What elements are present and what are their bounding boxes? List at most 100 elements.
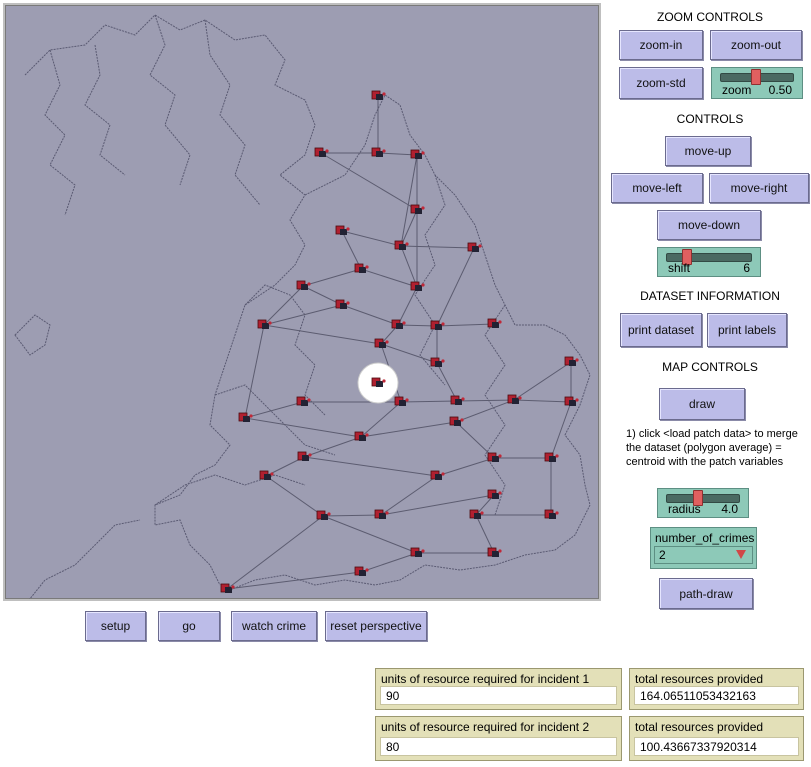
radius-slider-value: 4.0 [721,502,738,516]
network-link [400,154,418,247]
police-car-marker [301,400,308,406]
network-link [360,268,418,288]
print-dataset-button[interactable]: print dataset [620,313,702,347]
crime-dot [307,282,311,286]
police-car-marker [359,435,366,441]
radius-slider[interactable]: radius 4.0 [657,488,749,518]
move-right-button[interactable]: move-right [709,173,809,203]
police-car-marker [512,398,519,404]
draw-button[interactable]: draw [659,388,745,420]
crime-dot [382,149,386,153]
zoom-slider-knob[interactable] [750,69,761,85]
crime-dot [460,418,464,422]
crime-dot [365,433,369,437]
police-car-marker [455,399,462,405]
network-link [400,400,458,403]
reset-perspective-button[interactable]: reset perspective [325,611,427,641]
monitor-value: 80 [386,740,400,754]
radius-slider-label: radius [668,502,701,516]
police-car-marker [435,324,442,330]
crime-dot [249,414,253,418]
network-link [397,286,418,326]
network-link [322,514,382,517]
crime-dot [346,301,350,305]
crime-dot [518,396,522,400]
network-link [550,401,572,459]
move-down-button[interactable]: move-down [657,210,761,240]
print-labels-button[interactable]: print labels [707,313,787,347]
merge-instructions-note: 1) click <load patch data> to merge the … [626,428,798,468]
police-car-marker [569,400,576,406]
police-car-marker [549,513,556,519]
network-link [455,399,515,423]
network-link [320,152,418,211]
zoom-slider[interactable]: zoom 0.50 [711,67,803,99]
police-car-marker [435,361,442,367]
police-car-marker [243,416,250,422]
boundary-line [14,314,51,356]
monitor-label: units of resource required for incident … [381,672,590,686]
network-link [436,247,475,327]
monitor-value-box: 80 [380,737,617,756]
network-link [341,304,399,326]
crime-dot [498,454,502,458]
boundary-line [149,14,191,186]
chevron-down-icon[interactable] [736,550,746,559]
total-resources-monitor-2: total resources provided 100.43667337920… [629,716,804,761]
police-car-marker [454,420,461,426]
crime-dot [498,549,502,553]
crime-dot [405,242,409,246]
police-car-marker [340,303,347,309]
network-link [303,456,438,477]
boundary-line [204,19,261,206]
police-car-marker [569,360,576,366]
police-car-marker [415,153,422,159]
police-car-marker [472,246,479,252]
police-car-marker [321,514,328,520]
move-left-button[interactable]: move-left [611,173,703,203]
zoom-in-button[interactable]: zoom-in [619,30,703,60]
crime-dot [382,379,386,383]
police-car-marker [399,244,406,250]
zoom-out-button[interactable]: zoom-out [710,30,802,60]
crime-dot [325,149,329,153]
setup-button[interactable]: setup [85,611,146,641]
crime-dot [405,398,409,402]
police-car-marker [319,151,326,157]
network-link [341,230,402,247]
police-car-marker [264,474,271,480]
map-controls-title: MAP CONTROLS [662,360,758,374]
move-up-button[interactable]: move-up [665,136,751,166]
watch-crime-button[interactable]: watch crime [231,611,317,641]
crime-dot [575,358,579,362]
chooser-dropdown[interactable]: 2 [654,546,753,564]
number-of-crimes-chooser[interactable]: number_of_crimes 2 [650,527,757,569]
controls-title: CONTROLS [676,112,744,126]
network-link [380,475,438,516]
boundary-line [229,94,591,591]
police-car-marker [376,151,383,157]
monitor-value-box: 100.43667337920314 [634,737,799,756]
monitor-value-box: 90 [380,686,617,705]
map-view[interactable] [3,3,601,601]
monitor-value: 164.06511053432163 [640,689,756,703]
path-draw-button[interactable]: path-draw [659,578,753,609]
police-car-marker [340,229,347,235]
go-button[interactable]: go [158,611,220,641]
police-car-marker [492,493,499,499]
network-link [322,515,418,554]
zoom-std-button[interactable]: zoom-std [619,67,703,99]
zoom-slider-value: 0.50 [768,83,792,97]
police-car-marker [415,208,422,214]
network-link [400,245,475,249]
zoom-controls-title: ZOOM CONTROLS [656,10,763,24]
network-link [513,361,572,401]
shift-slider[interactable]: shift 6 [657,247,761,277]
boundary-line [154,474,306,506]
crime-dot [441,322,445,326]
network-link [302,268,362,287]
zoom-slider-label: zoom [722,83,752,97]
network-link [436,457,495,477]
monitor-label: units of resource required for incident … [381,720,590,734]
police-car-marker [262,323,269,329]
